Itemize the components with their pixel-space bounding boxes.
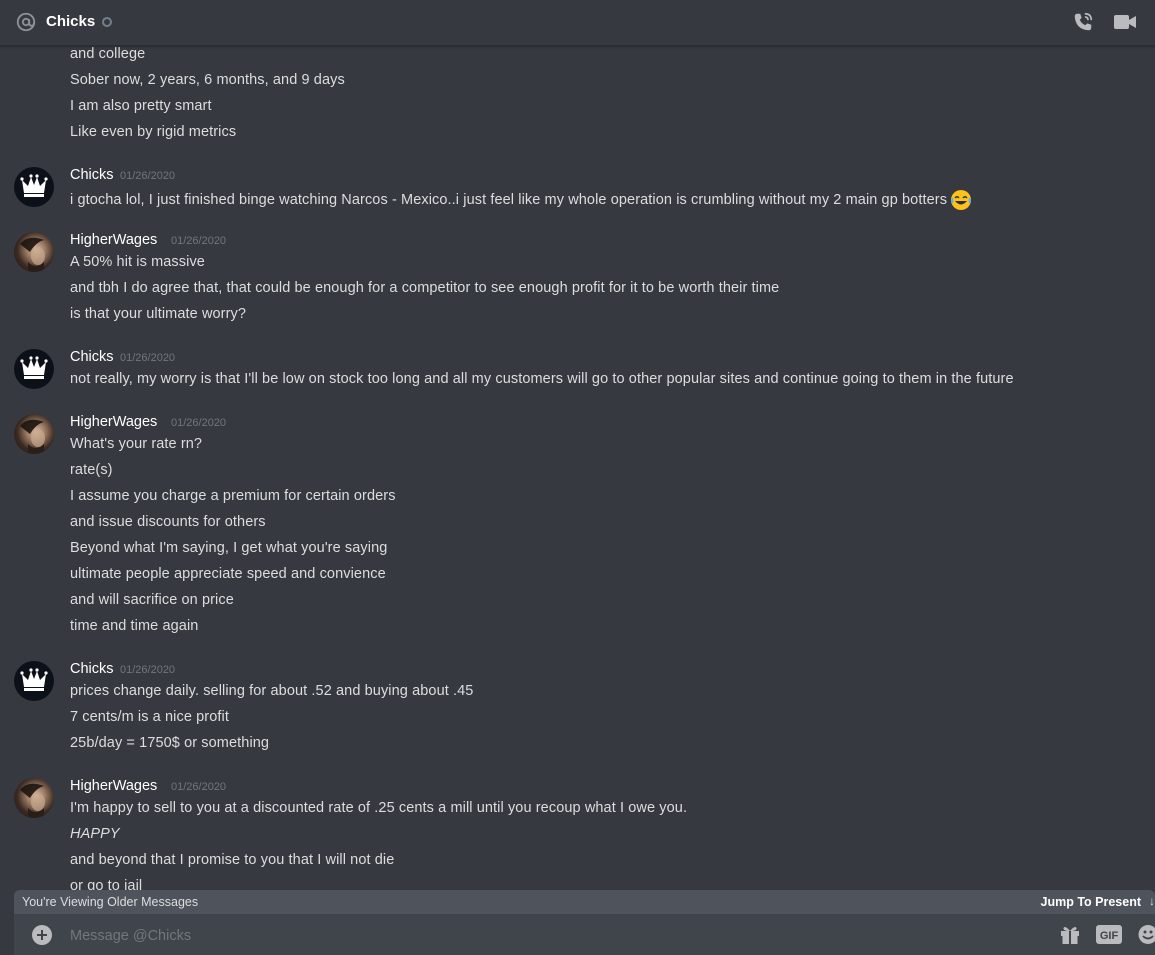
message-list[interactable]: and college Sober now, 2 years, 6 months… [0, 46, 1155, 890]
message-line: not really, my worry is that I'll be low… [70, 371, 1014, 387]
message-line: time and time again [70, 618, 199, 634]
message-line: prices change daily. selling for about .… [70, 683, 474, 699]
message-line: 25b/day = 1750$ or something [70, 735, 270, 751]
message-line: I am also pretty smart [70, 98, 212, 114]
message-line: and beyond that I promise to you that I … [70, 852, 395, 868]
user-photo-icon [20, 237, 45, 272]
avatar[interactable] [14, 778, 54, 818]
crown-icon [20, 356, 48, 379]
gif-label: GIF [1100, 930, 1119, 942]
voice-call-icon[interactable] [1072, 11, 1094, 33]
older-messages-bar: You're Viewing Older Messages Jump To Pr… [14, 890, 1155, 914]
message-line: and college [70, 46, 146, 62]
user-photo-icon [20, 419, 45, 454]
message-timestamp: 01/26/2020 [120, 170, 176, 182]
message-line: or go to jail [70, 878, 143, 890]
gift-icon[interactable] [1060, 924, 1080, 945]
message-line: and tbh I do agree that, that could be e… [70, 280, 780, 296]
message-timestamp: 01/26/2020 [120, 664, 176, 676]
message-line: HAPPY [70, 826, 120, 842]
message-line: and issue discounts for others [70, 514, 266, 530]
message-line: and will sacrifice on price [70, 592, 234, 608]
message-line: is that your ultimate worry? [70, 306, 247, 322]
message-text: i gtocha lol, I just finished binge watc… [70, 191, 948, 208]
message-line: What's your rate rn? [70, 436, 203, 452]
message-line: A 50% hit is massive [70, 254, 205, 270]
status-offline-icon [102, 17, 112, 27]
gif-button[interactable]: GIF [1096, 925, 1122, 944]
add-attachment-icon[interactable] [32, 925, 52, 945]
message-timestamp: 01/26/2020 [171, 417, 227, 429]
message-author[interactable]: HigherWages [70, 778, 157, 794]
message-line: Beyond what I'm saying, I get what you'r… [70, 540, 388, 556]
message-line: ultimate people appreciate speed and con… [70, 566, 386, 582]
message-line: Sober now, 2 years, 6 months, and 9 days [70, 72, 345, 88]
user-photo-icon [20, 783, 45, 818]
message-input[interactable] [68, 924, 1032, 948]
message-timestamp: 01/26/2020 [171, 235, 227, 247]
message-author[interactable]: Chicks [70, 349, 114, 365]
avatar[interactable] [14, 349, 54, 389]
joy-emoji-icon [951, 190, 972, 210]
avatar[interactable] [14, 414, 54, 454]
message-author[interactable]: Chicks [70, 661, 114, 677]
message-line: I'm happy to sell to you at a discounted… [70, 800, 688, 816]
message-line: Like even by rigid metrics [70, 124, 237, 140]
video-call-icon[interactable] [1113, 12, 1137, 32]
channel-header: Chicks [0, 0, 1155, 46]
crown-icon [20, 174, 48, 197]
message-line: i gtocha lol, I just finished binge watc… [70, 189, 972, 211]
jump-to-present-button[interactable]: Jump To Present [1041, 895, 1141, 909]
message-composer: GIF [14, 914, 1155, 955]
message-author[interactable]: HigherWages [70, 414, 157, 430]
at-icon [16, 12, 36, 32]
message-author[interactable]: Chicks [70, 167, 114, 183]
older-messages-text: You're Viewing Older Messages [22, 895, 199, 909]
avatar[interactable] [14, 661, 54, 701]
message-author[interactable]: HigherWages [70, 232, 157, 248]
crown-icon [20, 668, 48, 691]
emoji-picker-icon[interactable] [1137, 924, 1155, 945]
message-line: rate(s) [70, 462, 113, 478]
channel-title: Chicks [46, 13, 96, 30]
avatar[interactable] [14, 167, 54, 207]
message-line: 7 cents/m is a nice profit [70, 709, 229, 725]
message-line: I assume you charge a premium for certai… [70, 488, 396, 504]
avatar[interactable] [14, 232, 54, 272]
message-timestamp: 01/26/2020 [120, 352, 176, 364]
jump-arrow-icon: ↓ [1149, 894, 1155, 908]
message-timestamp: 01/26/2020 [171, 781, 227, 793]
